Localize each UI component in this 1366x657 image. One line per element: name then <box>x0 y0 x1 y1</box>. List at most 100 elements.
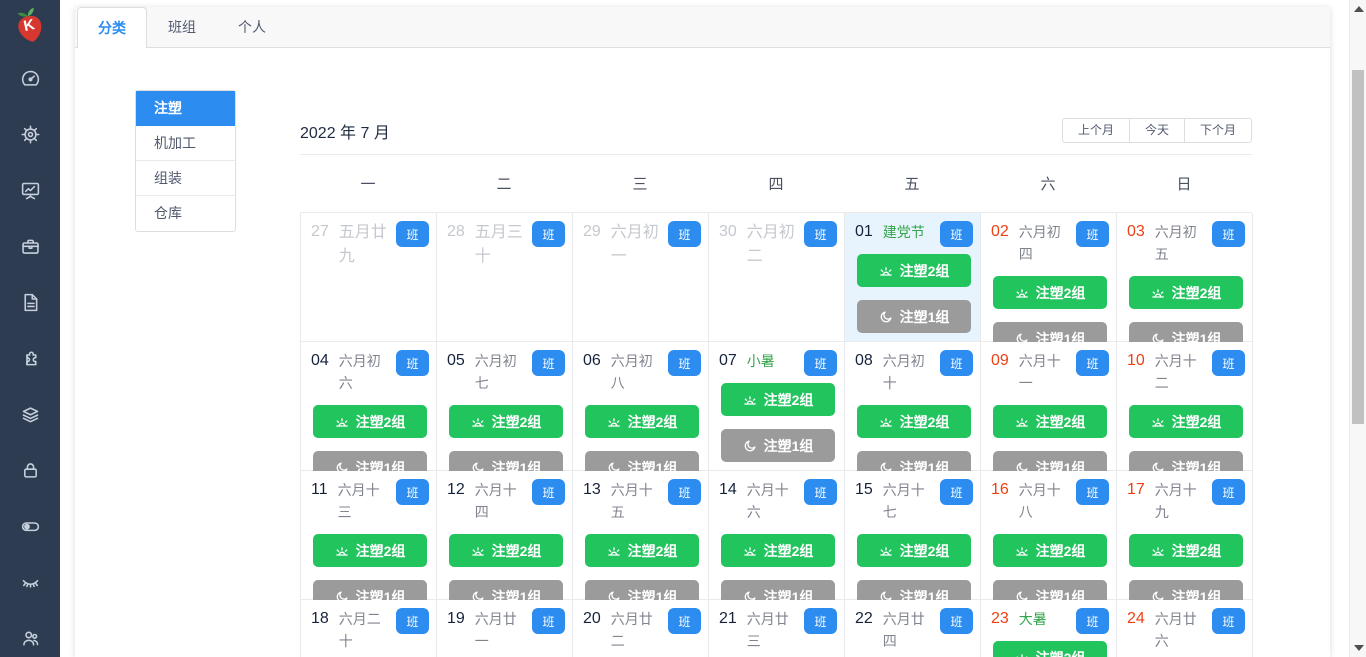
settings-gear-icon[interactable] <box>0 106 60 162</box>
calendar-cell[interactable]: 01 建党节班注塑2组 注塑1组 <box>845 213 981 342</box>
day-shift-button[interactable]: 注塑2组 <box>448 405 563 438</box>
night-shift-button[interactable]: 注塑1组 <box>856 300 971 333</box>
layers-icon[interactable] <box>0 386 60 442</box>
app-logo[interactable]: K <box>4 1 56 53</box>
puzzle-icon[interactable] <box>0 330 60 386</box>
next-month-button[interactable]: 下个月 <box>1183 118 1252 143</box>
shift-badge[interactable]: 班 <box>1076 608 1109 634</box>
shift-badge[interactable]: 班 <box>1076 479 1109 505</box>
calendar-cell[interactable]: 11 六月十三班注塑2组 注塑1组 <box>301 471 437 613</box>
day-shift-button[interactable]: 注塑2组 <box>720 534 835 567</box>
day-shift-button[interactable]: 注塑2组 <box>856 405 971 438</box>
shift-badge[interactable]: 班 <box>1212 350 1245 376</box>
scroll-down-arrow-icon[interactable] <box>1354 645 1364 651</box>
shift-badge[interactable]: 班 <box>804 479 837 505</box>
day-shift-button[interactable]: 注塑2组 <box>312 534 427 567</box>
calendar-cell[interactable]: 18六月二十班注塑2组注塑1组 <box>301 600 437 657</box>
prev-month-button[interactable]: 上个月 <box>1061 118 1130 143</box>
calendar-cell[interactable]: 15 六月十七班注塑2组 注塑1组 <box>845 471 981 613</box>
shift-badge[interactable]: 班 <box>668 350 701 376</box>
toggle-icon[interactable] <box>0 498 60 554</box>
day-shift-button[interactable]: 注塑2组 <box>1128 534 1243 567</box>
day-shift-button[interactable]: 注塑2组 <box>856 534 971 567</box>
day-shift-button[interactable]: 注塑2组 <box>1128 405 1243 438</box>
shift-badge[interactable]: 班 <box>940 221 973 247</box>
calendar-cell[interactable]: 09 六月十一班注塑2组 注塑1组 <box>981 342 1117 484</box>
day-shift-button[interactable]: 注塑2组 <box>856 254 971 287</box>
calendar-cell[interactable]: 06 六月初八班注塑2组 注塑1组 <box>573 342 709 484</box>
shift-badge[interactable]: 班 <box>396 350 429 376</box>
calendar-cell[interactable]: 22六月廿四班注塑2组注塑1组 <box>845 600 981 657</box>
shift-badge[interactable]: 班 <box>396 221 429 247</box>
calendar-cell[interactable]: 28 五月三十班 <box>437 213 573 342</box>
calendar-cell[interactable]: 23 大暑 班注塑2组注塑1组 <box>981 600 1117 657</box>
shift-badge[interactable]: 班 <box>1212 479 1245 505</box>
scrollbar-thumb[interactable] <box>1352 70 1364 424</box>
calendar-cell[interactable]: 02 六月初四班注塑2组 注塑1组 <box>981 213 1117 355</box>
shift-badge[interactable]: 班 <box>668 221 701 247</box>
calendar-cell[interactable]: 21六月廿三班注塑2组注塑1组 <box>709 600 845 657</box>
calendar-cell[interactable]: 30 六月初二班 <box>709 213 845 342</box>
shift-badge[interactable]: 班 <box>1212 221 1245 247</box>
shift-badge[interactable]: 班 <box>1076 221 1109 247</box>
night-shift-button[interactable]: 注塑1组 <box>720 429 835 462</box>
calendar-cell[interactable]: 05 六月初七班注塑2组 注塑1组 <box>437 342 573 484</box>
calendar-cell[interactable]: 04 六月初六班注塑2组 注塑1组 <box>301 342 437 484</box>
lock-icon[interactable] <box>0 442 60 498</box>
category-injection-molding[interactable]: 注塑 <box>136 91 235 126</box>
category-warehouse[interactable]: 仓库 <box>136 196 235 231</box>
calendar-cell[interactable]: 07 小暑 班注塑2组 注塑1组 <box>709 342 845 471</box>
shift-badge[interactable]: 班 <box>804 350 837 376</box>
calendar-cell[interactable]: 20六月廿二班注塑2组注塑1组 <box>573 600 709 657</box>
calendar-cell[interactable]: 16 六月十八班注塑2组 注塑1组 <box>981 471 1117 613</box>
calendar-cell[interactable]: 19六月廿一班注塑2组注塑1组 <box>437 600 573 657</box>
day-shift-button[interactable]: 注塑2组 <box>312 405 427 438</box>
briefcase-icon[interactable] <box>0 218 60 274</box>
shift-badge[interactable]: 班 <box>668 608 701 634</box>
shift-badge[interactable]: 班 <box>532 221 565 247</box>
calendar-cell[interactable]: 13 六月十五班注塑2组 注塑1组 <box>573 471 709 613</box>
shift-badge[interactable]: 班 <box>940 479 973 505</box>
shift-badge[interactable]: 班 <box>804 608 837 634</box>
calendar-cell[interactable]: 29 六月初一班 <box>573 213 709 342</box>
shift-badge[interactable]: 班 <box>532 479 565 505</box>
calendar-cell[interactable]: 03 六月初五班注塑2组 注塑1组 <box>1117 213 1253 355</box>
tab-category[interactable]: 分类 <box>77 7 147 48</box>
shift-badge[interactable]: 班 <box>804 221 837 247</box>
calendar-cell[interactable]: 12 六月十四班注塑2组 注塑1组 <box>437 471 573 613</box>
calendar-cell[interactable]: 17 六月十九班注塑2组 注塑1组 <box>1117 471 1253 613</box>
tab-personal[interactable]: 个人 <box>217 7 287 48</box>
monitor-chart-icon[interactable] <box>0 162 60 218</box>
eye-closed-icon[interactable] <box>0 554 60 610</box>
shift-badge[interactable]: 班 <box>396 608 429 634</box>
category-assembly[interactable]: 组装 <box>136 161 235 196</box>
day-shift-button[interactable]: 注塑2组 <box>448 534 563 567</box>
document-icon[interactable] <box>0 274 60 330</box>
day-shift-button[interactable]: 注塑2组 <box>992 405 1107 438</box>
day-shift-button[interactable]: 注塑2组 <box>720 383 835 416</box>
tab-team[interactable]: 班组 <box>147 7 217 48</box>
category-machining[interactable]: 机加工 <box>136 126 235 161</box>
user-group-icon[interactable] <box>0 610 60 657</box>
scroll-up-arrow-icon[interactable] <box>1354 6 1364 12</box>
calendar-cell[interactable]: 10 六月十二班注塑2组 注塑1组 <box>1117 342 1253 484</box>
calendar-cell[interactable]: 27 五月廿九班 <box>301 213 437 342</box>
day-shift-button[interactable]: 注塑2组 <box>1128 276 1243 309</box>
vertical-scrollbar[interactable] <box>1349 0 1366 657</box>
today-button[interactable]: 今天 <box>1128 118 1185 143</box>
calendar-cell[interactable]: 24六月廿六班注塑2组注塑1组 <box>1117 600 1253 657</box>
day-shift-button[interactable]: 注塑2组 <box>992 641 1107 657</box>
day-shift-button[interactable]: 注塑2组 <box>992 534 1107 567</box>
shift-badge[interactable]: 班 <box>532 350 565 376</box>
day-shift-button[interactable]: 注塑2组 <box>992 276 1107 309</box>
shift-badge[interactable]: 班 <box>532 608 565 634</box>
shift-badge[interactable]: 班 <box>1076 350 1109 376</box>
day-shift-button[interactable]: 注塑2组 <box>584 405 699 438</box>
shift-badge[interactable]: 班 <box>940 350 973 376</box>
shift-badge[interactable]: 班 <box>668 479 701 505</box>
calendar-cell[interactable]: 14 六月十六班注塑2组 注塑1组 <box>709 471 845 613</box>
calendar-cell[interactable]: 08 六月初十班注塑2组 注塑1组 <box>845 342 981 484</box>
shift-badge[interactable]: 班 <box>396 479 429 505</box>
shift-badge[interactable]: 班 <box>940 608 973 634</box>
day-shift-button[interactable]: 注塑2组 <box>584 534 699 567</box>
